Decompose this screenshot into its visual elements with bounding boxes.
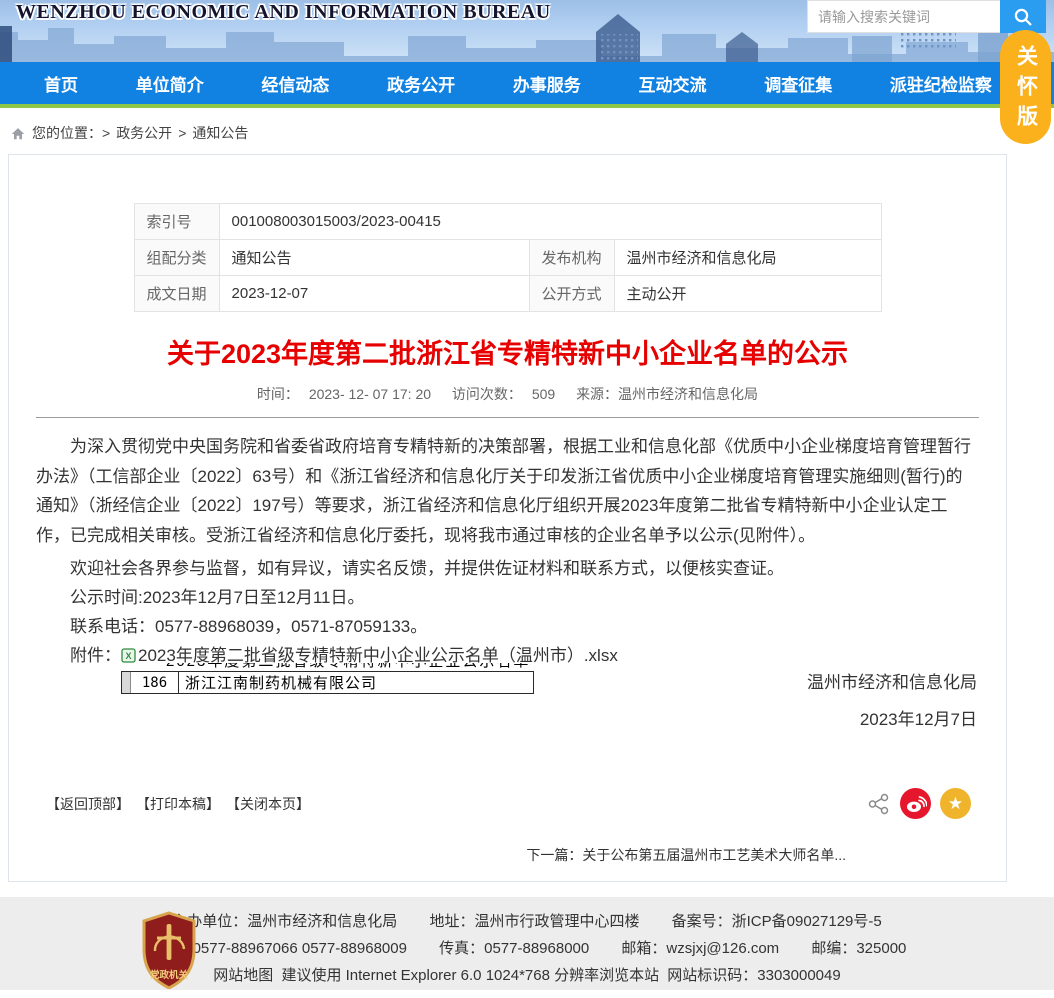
nav-item-gov-info[interactable]: 政务公开: [381, 71, 461, 96]
footer-email: 邮箱：wzsjxj@126.com: [621, 935, 779, 962]
article-container: 索引号 001008003015003/2023-00415 组配分类 通知公告…: [8, 154, 1007, 882]
footer-host: 主办单位：温州市经济和信息化局: [172, 908, 397, 935]
gov-shield-icon: 党政机关: [140, 911, 198, 989]
breadcrumb-link-gov-info[interactable]: 政务公开: [116, 123, 172, 143]
nav-item-services[interactable]: 办事服务: [507, 71, 587, 96]
category-label: 组配分类: [134, 240, 219, 276]
date-label: 成文日期: [134, 276, 219, 312]
footer-zip: 邮编：325000: [811, 935, 906, 962]
publisher-value: 温州市经济和信息化局: [614, 240, 881, 276]
openness-value: 主动公开: [614, 276, 881, 312]
article-body: 为深入贯彻党中央国务院和省委省政府培育专精特新的决策部署，根据工业和信息化部《优…: [36, 418, 979, 736]
search-icon: [1012, 6, 1034, 28]
breadcrumb-separator: >: [178, 125, 186, 141]
paragraph-3: 公示时间:2023年12月7日至12月11日。: [36, 583, 979, 612]
signature-block: 温州市经济和信息化局 2023年12月7日: [807, 664, 977, 738]
svg-text:X: X: [125, 651, 131, 661]
main-nav: 首页 单位简介 经信动态 政务公开 办事服务 互动交流 调查征集 派驻纪检监察: [0, 62, 1054, 108]
nav-item-about[interactable]: 单位简介: [130, 71, 210, 96]
page-title: 关于2023年度第二批浙江省专精特新中小企业名单的公示: [36, 332, 979, 371]
meta-time-label: 时间：: [257, 386, 299, 402]
index-number-value: 001008003015003/2023-00415: [219, 204, 881, 240]
weibo-share-icon[interactable]: [900, 788, 931, 819]
meta-visits-value: 509: [532, 386, 555, 402]
site-header: WENZHOU ECONOMIC AND INFORMATION BUREAU …: [0, 0, 1054, 62]
nav-item-survey[interactable]: 调查征集: [758, 71, 838, 96]
excel-preview-row: 186 浙江江南制药机械有限公司: [121, 671, 534, 694]
paragraph-2: 欢迎社会各界参与监督，如有异议，请实名反馈，并提供佐证材料和联系方式，以便核实查…: [36, 554, 979, 583]
clipped-preview-row: 2023年度第二批省级专精特新中小企业公示名单（温州市）.xlsx: [166, 663, 538, 670]
meta-source: 来源：温州市经济和信息化局: [576, 386, 758, 402]
search-input[interactable]: [807, 0, 1000, 33]
meta-time-value: 2023- 12- 07 17: 20: [309, 386, 431, 402]
attachment-label: 附件：: [70, 646, 121, 665]
signature-org: 温州市经济和信息化局: [807, 664, 977, 701]
excel-cell-company: 浙江江南制药机械有限公司: [179, 672, 533, 693]
sitemap-link[interactable]: 网站地图: [213, 962, 273, 989]
excel-row-gutter: [122, 672, 131, 693]
paragraph-1: 为深入贯彻党中央国务院和省委省政府培育专精特新的决策部署，根据工业和信息化部《优…: [36, 432, 979, 550]
care-mode-badge[interactable]: 关怀版: [1000, 30, 1051, 144]
table-row: 成文日期 2023-12-07 公开方式 主动公开: [134, 276, 881, 312]
site-footer: 党政机关 主办单位：温州市经济和信息化局 地址：温州市行政管理中心四楼 备案号：…: [0, 897, 1054, 990]
next-article: 下一篇：关于公布第五届温州市工艺美术大师名单...: [36, 845, 979, 865]
article-actions: 【返回顶部】 【打印本稿】 【关闭本页】: [36, 788, 979, 819]
date-value: 2023-12-07: [219, 276, 529, 312]
attachment-preview-zone: 2023年度第二批省级专精特新中小企业公示名单（温州市）.xlsx 186 浙江…: [36, 670, 979, 736]
excel-icon: X: [121, 648, 136, 663]
table-row: 组配分类 通知公告 发布机构 温州市经济和信息化局: [134, 240, 881, 276]
share-icon[interactable]: [867, 792, 891, 816]
signature-date: 2023年12月7日: [807, 701, 977, 738]
breadcrumb: 您的位置：> 政务公开 > 通知公告: [0, 108, 1054, 154]
nav-item-interaction[interactable]: 互动交流: [633, 71, 713, 96]
nav-item-discipline[interactable]: 派驻纪检监察: [884, 71, 998, 96]
site-title: WENZHOU ECONOMIC AND INFORMATION BUREAU: [16, 1, 551, 24]
close-page-button[interactable]: 【关闭本页】: [226, 794, 310, 814]
doc-meta-table: 索引号 001008003015003/2023-00415 组配分类 通知公告…: [134, 203, 882, 312]
home-icon[interactable]: [10, 126, 26, 141]
table-row: 索引号 001008003015003/2023-00415: [134, 204, 881, 240]
article-meta: 时间： 2023- 12- 07 17: 20 访问次数： 509 来源：温州市…: [36, 384, 979, 404]
breadcrumb-label: 您的位置：>: [32, 123, 110, 143]
paragraph-4: 联系电话：0577-88968039，0571-87059133。: [36, 612, 979, 641]
nav-item-news[interactable]: 经信动态: [255, 71, 335, 96]
footer-fax: 传真：0577-88968000: [439, 935, 589, 962]
meta-visits-label: 访问次数：: [452, 386, 522, 402]
publisher-label: 发布机构: [529, 240, 614, 276]
next-article-link[interactable]: 下一篇：关于公布第五届温州市工艺美术大师名单...: [526, 847, 846, 863]
search-button[interactable]: [1000, 0, 1046, 33]
svg-text:党政机关: 党政机关: [150, 969, 189, 981]
print-button[interactable]: 【打印本稿】: [136, 794, 220, 814]
breadcrumb-link-notices[interactable]: 通知公告: [192, 123, 248, 143]
footer-browser-advice: 建议使用 Internet Explorer 6.0 1024*768 分辨率浏…: [281, 962, 659, 989]
back-to-top-button[interactable]: 【返回顶部】: [46, 794, 130, 814]
nav-item-home[interactable]: 首页: [38, 71, 84, 96]
index-number-label: 索引号: [134, 204, 219, 240]
footer-address: 地址：温州市行政管理中心四楼: [429, 908, 639, 935]
site-search: [807, 0, 1000, 33]
footer-icp: 备案号：浙ICP备09027129号-5: [672, 908, 882, 935]
openness-label: 公开方式: [529, 276, 614, 312]
excel-cell-index: 186: [131, 672, 179, 693]
share-group: ★: [867, 788, 971, 819]
category-value: 通知公告: [219, 240, 529, 276]
footer-site-code: 网站标识码：3303000049: [667, 962, 840, 989]
qzone-share-icon[interactable]: ★: [940, 788, 971, 819]
